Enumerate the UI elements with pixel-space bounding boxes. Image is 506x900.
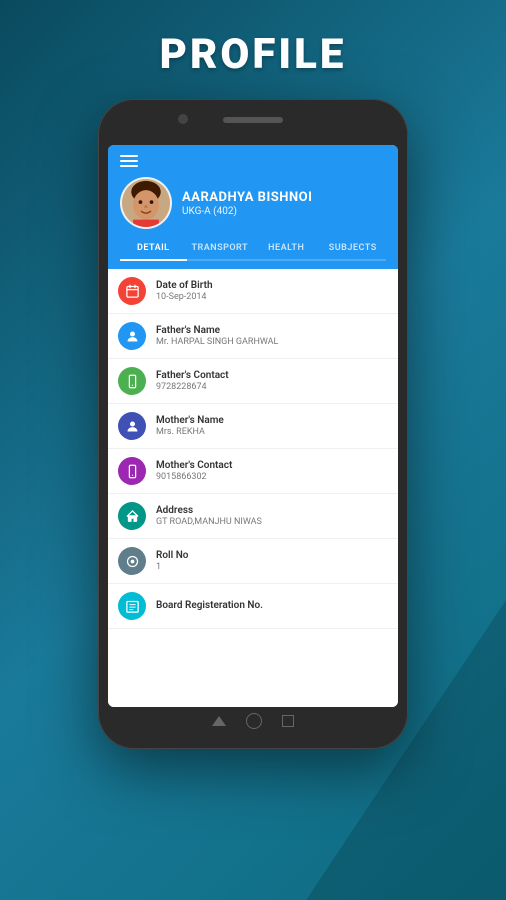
detail-value: GT ROAD,MANJHU NIWAS [156, 517, 388, 527]
tab-detail[interactable]: DETAIL [120, 237, 187, 259]
page-title: PROFILE [160, 30, 347, 79]
detail-value: 10-Sep-2014 [156, 292, 388, 302]
menu-icon[interactable] [120, 155, 386, 167]
profile-info: AARADHYA BISHNOI UKG-A (402) [120, 177, 386, 229]
detail-text: Father's Name Mr. HARPAL SINGH GARHWAL [156, 325, 388, 347]
detail-value: Mr. HARPAL SINGH GARHWAL [156, 337, 388, 347]
list-item: Board Registeration No. [108, 584, 398, 629]
detail-text: Mother's Contact 9015866302 [156, 460, 388, 482]
detail-icon [118, 502, 146, 530]
detail-text: Board Registeration No. [156, 600, 388, 612]
back-button[interactable] [212, 716, 226, 726]
phone-camera [178, 114, 188, 124]
detail-icon [118, 457, 146, 485]
phone-frame: AARADHYA BISHNOI UKG-A (402) DETAIL TRAN… [98, 99, 408, 749]
student-name: AARADHYA BISHNOI [182, 190, 312, 205]
phone-bottom [108, 707, 398, 735]
detail-value: Mrs. REKHA [156, 427, 388, 437]
detail-value: 9015866302 [156, 472, 388, 482]
avatar [120, 177, 172, 229]
app-header: AARADHYA BISHNOI UKG-A (402) DETAIL TRAN… [108, 145, 398, 269]
list-item: Roll No 1 [108, 539, 398, 584]
detail-label: Father's Contact [156, 370, 388, 381]
detail-label: Mother's Contact [156, 460, 388, 471]
detail-icon [118, 547, 146, 575]
list-item: Mother's Contact 9015866302 [108, 449, 398, 494]
recent-button[interactable] [282, 715, 294, 727]
student-class: UKG-A (402) [182, 206, 312, 217]
detail-value: 9728228674 [156, 382, 388, 392]
detail-label: Address [156, 505, 388, 516]
tabs: DETAIL TRANSPORT HEALTH SUBJECTS [120, 237, 386, 261]
detail-list: Date of Birth 10-Sep-2014 Father's Name … [108, 269, 398, 707]
tab-health[interactable]: HEALTH [253, 237, 320, 259]
detail-text: Mother's Name Mrs. REKHA [156, 415, 388, 437]
list-item: Father's Name Mr. HARPAL SINGH GARHWAL [108, 314, 398, 359]
detail-icon [118, 277, 146, 305]
detail-label: Mother's Name [156, 415, 388, 426]
tab-transport[interactable]: TRANSPORT [187, 237, 254, 259]
detail-text: Roll No 1 [156, 550, 388, 572]
detail-label: Board Registeration No. [156, 600, 388, 611]
tab-subjects[interactable]: SUBJECTS [320, 237, 387, 259]
menu-line-3 [120, 165, 138, 167]
detail-label: Roll No [156, 550, 388, 561]
detail-label: Father's Name [156, 325, 388, 336]
detail-label: Date of Birth [156, 280, 388, 291]
menu-line-1 [120, 155, 138, 157]
detail-value: 1 [156, 562, 388, 572]
detail-icon [118, 592, 146, 620]
home-button[interactable] [246, 713, 262, 729]
list-item: Date of Birth 10-Sep-2014 [108, 269, 398, 314]
detail-icon [118, 412, 146, 440]
detail-text: Address GT ROAD,MANJHU NIWAS [156, 505, 388, 527]
list-item: Mother's Name Mrs. REKHA [108, 404, 398, 449]
detail-text: Father's Contact 9728228674 [156, 370, 388, 392]
detail-icon [118, 367, 146, 395]
detail-icon [118, 322, 146, 350]
student-info: AARADHYA BISHNOI UKG-A (402) [182, 190, 312, 217]
detail-text: Date of Birth 10-Sep-2014 [156, 280, 388, 302]
list-item: Father's Contact 9728228674 [108, 359, 398, 404]
menu-line-2 [120, 160, 138, 162]
phone-speaker [223, 117, 283, 123]
phone-screen: AARADHYA BISHNOI UKG-A (402) DETAIL TRAN… [108, 145, 398, 707]
list-item: Address GT ROAD,MANJHU NIWAS [108, 494, 398, 539]
